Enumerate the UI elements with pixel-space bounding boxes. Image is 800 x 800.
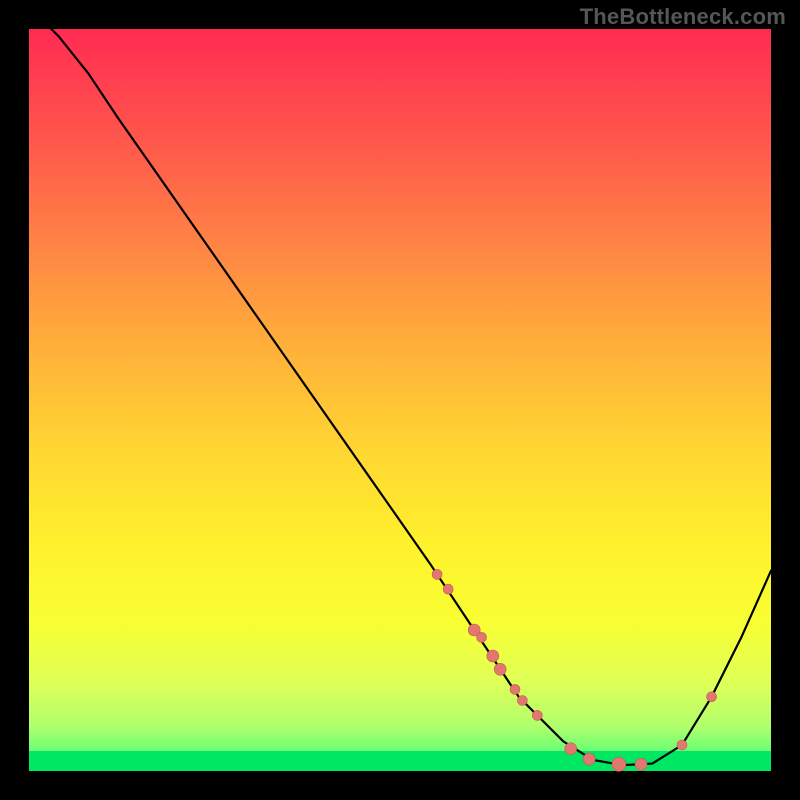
curve-dot bbox=[583, 753, 595, 765]
chart-frame: TheBottleneck.com bbox=[0, 0, 800, 800]
curve-dot bbox=[443, 584, 453, 594]
curve-dot bbox=[494, 663, 506, 675]
curve-dots-group bbox=[432, 569, 716, 771]
curve-dot bbox=[532, 710, 542, 720]
curve-dot bbox=[565, 743, 577, 755]
curve-dot bbox=[510, 684, 520, 694]
curve-dot bbox=[612, 757, 626, 771]
curve-dot bbox=[707, 692, 717, 702]
curve-svg bbox=[29, 29, 771, 771]
curve-dot bbox=[635, 758, 647, 770]
curve-dot bbox=[487, 650, 499, 662]
curve-dot bbox=[677, 740, 687, 750]
plot-area bbox=[29, 29, 771, 771]
curve-dot bbox=[477, 632, 487, 642]
watermark-text: TheBottleneck.com bbox=[580, 4, 786, 30]
curve-dot bbox=[517, 696, 527, 706]
curve-dot bbox=[432, 569, 442, 579]
curve-line bbox=[29, 7, 771, 765]
